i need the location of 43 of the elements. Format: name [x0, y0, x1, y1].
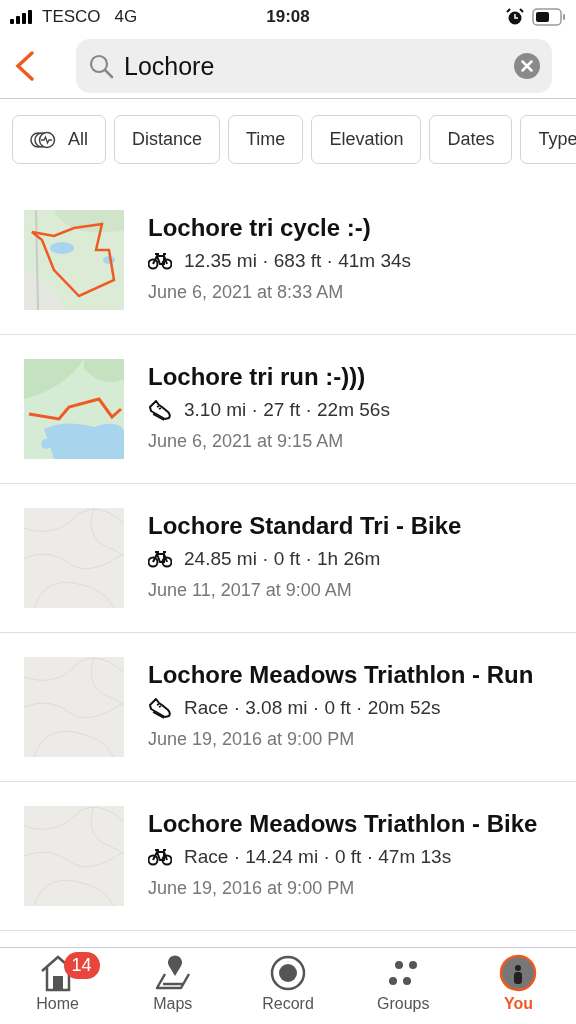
activity-date: June 19, 2016 at 9:00 PM — [148, 729, 356, 750]
carrier-name: TESCO — [42, 7, 101, 27]
filter-chip[interactable]: Distance — [114, 115, 221, 164]
activity-title[interactable]: Lochore Meadows Triathlon - Bike — [148, 810, 538, 838]
filter-chip[interactable]: Dates — [429, 115, 513, 164]
record-icon — [268, 954, 308, 992]
alarm-clock-icon — [506, 8, 524, 26]
filter-chip[interactable]: All — [12, 115, 106, 164]
activity-title[interactable]: Lochore tri cycle :-) — [148, 214, 412, 242]
filter-chip[interactable]: Type — [520, 115, 576, 164]
bicycle-icon — [148, 848, 172, 866]
activity-title[interactable]: Lochore Standard Tri - Bike — [148, 512, 462, 540]
battery-icon — [532, 8, 566, 26]
activity-stats: 12.35 mi · 683 ft · 41m 34s — [184, 250, 412, 272]
tab-bar-item[interactable]: Groups — [345, 948, 461, 1024]
bicycle-icon — [148, 550, 172, 568]
activity-title[interactable]: Lochore Meadows Triathlon - Run — [148, 661, 534, 689]
tab-bar-item[interactable]: Maps — [115, 948, 231, 1024]
tab-bar-item[interactable]: Record — [230, 948, 346, 1024]
clear-icon[interactable] — [514, 53, 540, 79]
search-input[interactable]: Lochore — [124, 51, 504, 81]
activity-stats: Race · 14.24 mi · 0 ft · 47m 13s — [184, 846, 452, 868]
activity-date: June 11, 2017 at 9:00 AM — [148, 580, 353, 601]
tab-bar-item[interactable]: Home 14 — [0, 948, 116, 1024]
activity-date: June 19, 2016 at 9:00 PM — [148, 878, 356, 899]
activity-stats: Race · 3.08 mi · 0 ft · 20m 52s — [184, 697, 441, 719]
search-field[interactable]: Lochore — [76, 39, 552, 93]
filter-chip[interactable]: Elevation — [311, 115, 422, 164]
activity-stats: 3.10 mi · 27 ft · 22m 56s — [184, 399, 390, 421]
shoe-icon — [148, 697, 172, 719]
activity-stats: 24.85 mi · 0 ft · 1h 26m — [184, 548, 381, 570]
filter-chip[interactable]: Time — [228, 115, 304, 164]
notification-badge: 14 — [63, 952, 100, 979]
search-icon — [88, 53, 114, 79]
activity-date: June 6, 2021 at 8:33 AM — [148, 282, 345, 303]
activity-date: June 6, 2021 at 9:15 AM — [148, 431, 345, 452]
avatar-icon — [499, 954, 538, 992]
network-type: 4G — [114, 7, 138, 27]
shoe-icon — [148, 399, 172, 421]
activities-icon — [30, 130, 56, 149]
bicycle-icon — [148, 252, 172, 270]
clock-time: 19:08 — [266, 7, 310, 27]
activity-title[interactable]: Lochore tri run :-))) — [148, 363, 390, 391]
